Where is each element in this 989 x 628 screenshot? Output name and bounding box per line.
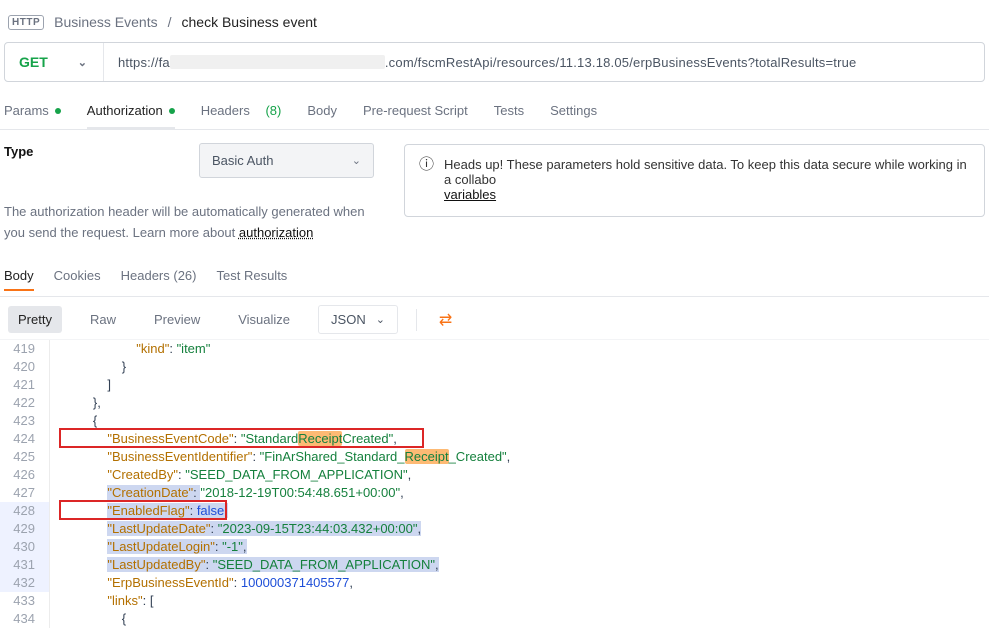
code-line: 430 "LastUpdateLogin": "-1", bbox=[0, 538, 989, 556]
divider bbox=[416, 309, 417, 331]
code-line: 429 "LastUpdateDate": "2023-09-15T23:44:… bbox=[0, 520, 989, 538]
tab-params[interactable]: Params bbox=[4, 94, 61, 129]
breadcrumb-sep: / bbox=[168, 14, 172, 30]
view-visualize[interactable]: Visualize bbox=[228, 306, 300, 333]
code-line: 432 "ErpBusinessEventId": 10000037140557… bbox=[0, 574, 989, 592]
dot-icon bbox=[55, 108, 61, 114]
code-line: 425 "BusinessEventIdentifier": "FinArSha… bbox=[0, 448, 989, 466]
request-bar: GET ⌄ https://fa .com/fscmRestApi/resour… bbox=[4, 42, 985, 82]
resp-tab-cookies[interactable]: Cookies bbox=[54, 268, 101, 291]
breadcrumb-parent[interactable]: Business Events bbox=[54, 14, 158, 30]
auth-helper-text: The authorization header will be automat… bbox=[4, 202, 384, 244]
code-line: 426 "CreatedBy": "SEED_DATA_FROM_APPLICA… bbox=[0, 466, 989, 484]
variables-link[interactable]: variables bbox=[444, 187, 496, 202]
url-blurred bbox=[170, 55, 385, 69]
code-line: 433 "links": [ bbox=[0, 592, 989, 610]
code-line: 424 "BusinessEventCode": "StandardReceip… bbox=[0, 430, 989, 448]
view-raw[interactable]: Raw bbox=[80, 306, 126, 333]
code-line: 423 { bbox=[0, 412, 989, 430]
breadcrumb: HTTP Business Events / check Business ev… bbox=[0, 0, 989, 42]
format-select[interactable]: JSON⌄ bbox=[318, 305, 398, 334]
tab-authorization[interactable]: Authorization bbox=[87, 94, 175, 129]
tab-settings[interactable]: Settings bbox=[550, 94, 597, 129]
response-body[interactable]: 419 "kind": "item"420 }421 ]422 },423 {4… bbox=[0, 340, 989, 628]
tab-tests[interactable]: Tests bbox=[494, 94, 524, 129]
breadcrumb-current: check Business event bbox=[182, 14, 317, 30]
authorization-link[interactable]: authorization bbox=[239, 225, 313, 240]
http-badge-icon: HTTP bbox=[8, 15, 44, 30]
tab-headers[interactable]: Headers (8) bbox=[201, 94, 282, 129]
view-preview[interactable]: Preview bbox=[144, 306, 210, 333]
chevron-down-icon: ⌄ bbox=[352, 154, 361, 167]
method-select[interactable]: GET ⌄ bbox=[5, 43, 104, 81]
auth-banner: ⓘ Heads up! These parameters hold sensit… bbox=[404, 144, 985, 217]
resp-tab-headers[interactable]: Headers (26) bbox=[121, 268, 197, 291]
code-line: 420 } bbox=[0, 358, 989, 376]
chevron-down-icon: ⌄ bbox=[376, 313, 385, 326]
tab-prerequest[interactable]: Pre-request Script bbox=[363, 94, 468, 129]
resp-tab-body[interactable]: Body bbox=[4, 268, 34, 291]
url-pre: https://fa bbox=[118, 55, 170, 70]
url-input[interactable]: https://fa .com/fscmRestApi/resources/11… bbox=[104, 55, 984, 70]
info-icon: ⓘ bbox=[419, 157, 434, 172]
resp-tab-testresults[interactable]: Test Results bbox=[217, 268, 288, 291]
request-tabs: Params Authorization Headers (8) Body Pr… bbox=[0, 94, 989, 130]
chevron-down-icon: ⌄ bbox=[78, 56, 87, 69]
code-line: 428 "EnabledFlag": false, bbox=[0, 502, 989, 520]
tab-body[interactable]: Body bbox=[307, 94, 337, 129]
auth-type-select[interactable]: Basic Auth ⌄ bbox=[199, 143, 374, 178]
dot-icon bbox=[169, 108, 175, 114]
url-post: .com/fscmRestApi/resources/11.13.18.05/e… bbox=[385, 55, 857, 70]
auth-panel: Type Basic Auth ⌄ The authorization head… bbox=[0, 130, 989, 254]
wrap-icon[interactable]: ⇄ bbox=[435, 306, 456, 334]
method-value: GET bbox=[19, 54, 48, 70]
response-view-bar: Pretty Raw Preview Visualize JSON⌄ ⇄ bbox=[0, 296, 989, 340]
response-tabs: Body Cookies Headers (26) Test Results bbox=[0, 264, 989, 296]
code-line: 422 }, bbox=[0, 394, 989, 412]
code-line: 431 "LastUpdatedBy": "SEED_DATA_FROM_APP… bbox=[0, 556, 989, 574]
code-line: 421 ] bbox=[0, 376, 989, 394]
code-line: 419 "kind": "item" bbox=[0, 340, 989, 358]
code-line: 434 { bbox=[0, 610, 989, 628]
view-pretty[interactable]: Pretty bbox=[8, 306, 62, 333]
code-line: 427 "CreationDate": "2018-12-19T00:54:48… bbox=[0, 484, 989, 502]
